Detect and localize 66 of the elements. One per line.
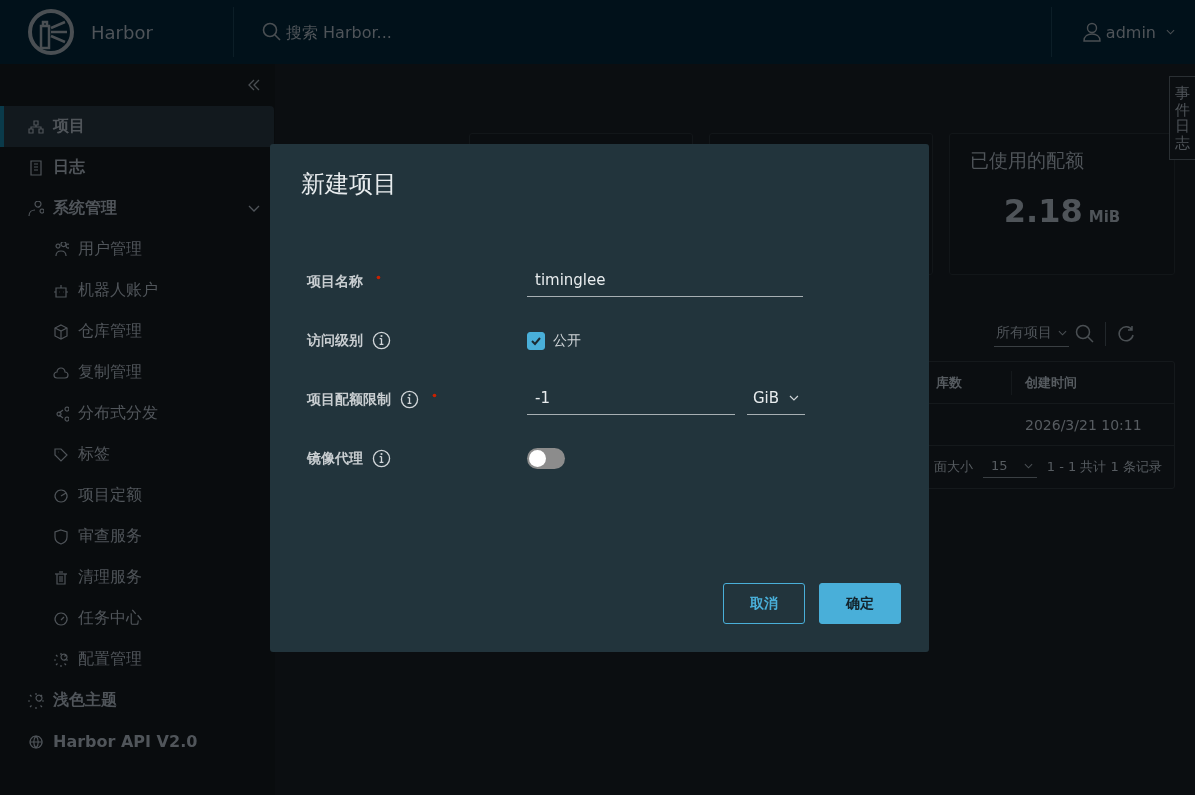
refresh-icon[interactable] [1116,324,1136,344]
chevron-icon[interactable] [248,204,260,213]
checkbox-label: 公开 [553,331,581,350]
page-size-dropdown[interactable]: 15 [983,456,1037,478]
user-gear-icon [28,200,44,217]
info-icon[interactable] [372,331,391,350]
field-label: 项目名称 [307,272,363,291]
nav-item[interactable]: 复制管理 [0,352,275,393]
nav-item[interactable]: 项目定额 [0,475,275,516]
lighthouse-logo-icon[interactable] [27,8,75,56]
event-log-tab[interactable]: 事件日志 [1169,76,1195,160]
quota-field[interactable]: -1 [527,384,735,415]
quota-value: 2.18 [1003,192,1083,230]
quota-unit: MiB [1088,208,1121,226]
info-icon[interactable] [400,390,419,409]
cube-icon [53,323,69,340]
column-header[interactable]: 创建时间 [1012,373,1077,392]
share-icon [53,405,69,422]
shield-icon [53,528,69,545]
nav-item[interactable]: 项目 [0,106,274,147]
users-icon [53,241,69,258]
document-icon [28,159,44,176]
globe-icon [28,733,44,750]
nav-item[interactable]: 浅色主题 [0,680,274,721]
project-name-field[interactable]: timinglee [527,266,803,297]
table-cell-text: 2026/3/21 10:11 [1024,416,1142,433]
tag-icon [53,446,69,463]
dialog-title: 新建项目 [301,169,398,200]
nav-item[interactable]: 配置管理 [0,639,275,680]
confirm-button[interactable]: 确定 [819,583,901,624]
cancel-button[interactable]: 取消 [723,583,805,624]
search-icon[interactable] [1075,324,1095,344]
search-icon[interactable] [262,22,282,42]
field-label: 访问级别 [307,331,363,350]
pie-icon [53,487,69,504]
cloud-icon [53,364,69,381]
toggle-switch[interactable] [527,448,565,469]
nav-item[interactable]: 标签 [0,434,275,475]
nav-item[interactable]: 仓库管理 [0,311,275,352]
filter-dropdown[interactable]: 所有项目 [994,321,1069,347]
nav-item[interactable]: 用户管理 [0,229,275,270]
nav-item[interactable]: 审查服务 [0,516,275,557]
nav-item[interactable]: 任务中心 [0,598,275,639]
user-icon[interactable] [1081,22,1102,42]
nav-item[interactable]: 分布式分发 [0,393,275,434]
field-label: 项目配额限制 [307,390,391,409]
nav-item[interactable]: 系统管理 [0,188,274,229]
robot-icon [53,282,69,299]
nav-item[interactable]: 机器人账户 [0,270,275,311]
nav-item[interactable]: 清理服务 [0,557,275,598]
trash-icon [53,569,69,586]
projects-icon [28,118,44,135]
info-icon[interactable] [372,449,391,468]
nav-item[interactable]: Harbor API V2.0 [0,721,274,762]
brand-name: Harbor [91,21,153,43]
unit-dropdown[interactable]: GiB [747,384,805,415]
nav-item[interactable]: 日志 [0,147,274,188]
pagination-summary: 1 - 1 共计 1 条记录 [1046,458,1163,476]
checkbox[interactable] [527,331,545,350]
field-label: 镜像代理 [307,449,363,468]
gauge-icon [53,610,69,627]
user-name[interactable]: admin [1105,22,1156,42]
page-size-label: 面大小 [934,458,973,476]
card-title: 已使用的配额 [970,148,1085,173]
collapse-icon[interactable] [247,79,261,91]
search-field[interactable]: 搜索 Harbor... [284,21,488,43]
